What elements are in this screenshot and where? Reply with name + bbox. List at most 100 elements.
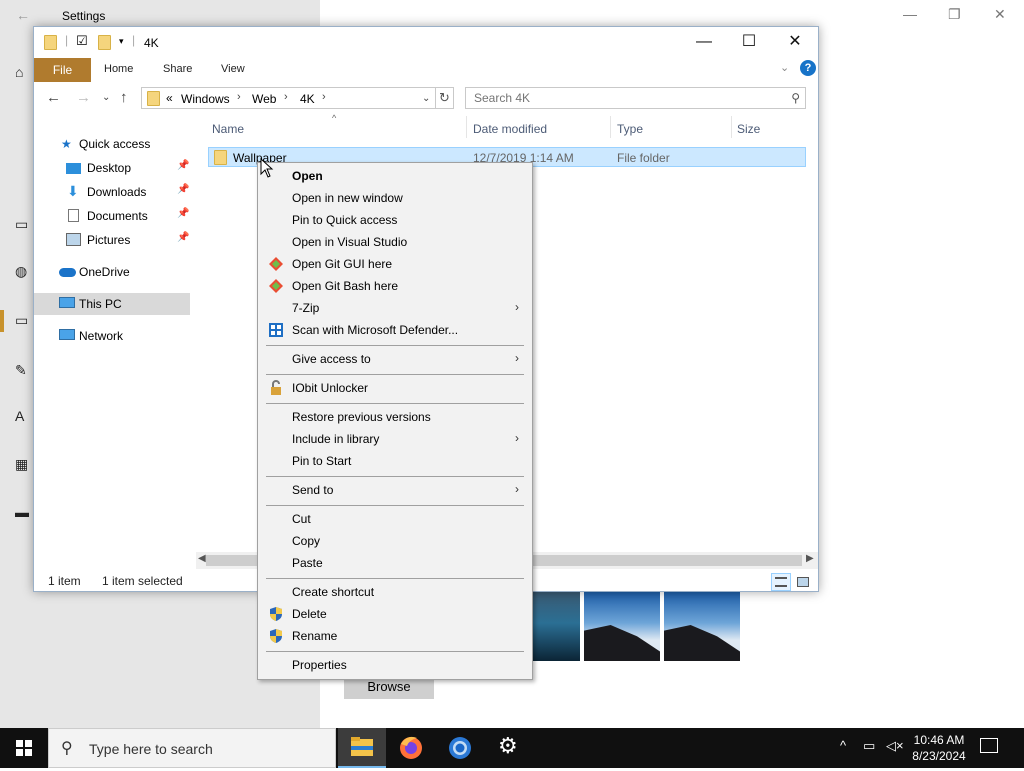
sidebar-item-pictures[interactable]: Pictures 📌 (34, 229, 190, 251)
up-arrow-icon[interactable]: ↑ (120, 89, 128, 106)
properties-check-icon[interactable]: ☑ (76, 33, 88, 49)
menu-item-7zip[interactable]: 7-Zip › (260, 297, 530, 319)
file-explorer-icon[interactable] (338, 728, 386, 768)
sidebar-item-desktop[interactable]: Desktop 📌 (34, 157, 190, 179)
recent-locations-icon[interactable]: ⌄ (102, 92, 110, 103)
menu-item-restore-previous-versions[interactable]: Restore previous versions (260, 406, 530, 428)
menu-item-send-to[interactable]: Send to › (260, 479, 530, 501)
expand-ribbon-icon[interactable]: ⌄ (780, 61, 789, 74)
firefox-icon[interactable] (387, 728, 435, 768)
menu-item-copy[interactable]: Copy (260, 530, 530, 552)
breadcrumb-chevron-icon[interactable]: › (284, 91, 288, 103)
picture-thumbnail[interactable] (664, 592, 740, 661)
restore-icon[interactable]: ❐ (948, 6, 961, 23)
address-dropdown-icon[interactable]: ⌄ (422, 93, 430, 104)
pin-icon[interactable]: 📌 (177, 160, 189, 171)
new-folder-icon[interactable] (98, 35, 111, 50)
menu-item-delete[interactable]: Delete (260, 603, 530, 625)
menu-item-cut[interactable]: Cut (260, 508, 530, 530)
breadcrumb-4k[interactable]: 4K (300, 92, 315, 106)
menu-item-paste[interactable]: Paste (260, 552, 530, 574)
menu-item-pin-to-quick-access[interactable]: Pin to Quick access (260, 209, 530, 231)
maximize-icon[interactable]: ☐ (729, 31, 769, 53)
submenu-arrow-icon: › (515, 482, 519, 496)
column-header-name[interactable]: Name (212, 122, 244, 136)
address-bar[interactable]: « Windows › Web › 4K › ⌄ (141, 87, 436, 109)
menu-item-include-in-library[interactable]: Include in library › (260, 428, 530, 450)
menu-item-rename[interactable]: Rename (260, 625, 530, 647)
lock-screen-icon[interactable]: ▭ (15, 312, 28, 329)
column-header-type[interactable]: Type (617, 122, 643, 136)
forward-arrow-icon[interactable]: → (76, 89, 91, 106)
close-icon[interactable]: ✕ (775, 31, 815, 53)
breadcrumb-chevron-icon[interactable]: › (322, 91, 326, 103)
pin-icon[interactable]: 📌 (177, 232, 189, 243)
pin-icon[interactable]: 📌 (177, 208, 189, 219)
tab-share[interactable]: Share (163, 63, 192, 75)
pin-icon[interactable]: 📌 (177, 184, 189, 195)
back-arrow-icon[interactable]: ← (46, 89, 61, 106)
sidebar-item-network[interactable]: Network (34, 325, 190, 347)
themes-icon[interactable]: ✎ (15, 362, 27, 379)
menu-item-properties[interactable]: Properties (260, 654, 530, 676)
menu-item-open-in-visual-studio[interactable]: Open in Visual Studio (260, 231, 530, 253)
help-icon[interactable]: ? (800, 60, 816, 76)
search-icon[interactable]: ⚲ (791, 91, 800, 105)
details-view-icon[interactable] (771, 573, 791, 591)
back-arrow-icon[interactable]: ← (16, 7, 30, 23)
column-header-size[interactable]: Size (737, 122, 760, 136)
column-divider[interactable] (610, 116, 611, 138)
search-box[interactable]: ⚲ (465, 87, 806, 109)
menu-item-create-shortcut[interactable]: Create shortcut (260, 581, 530, 603)
home-icon[interactable]: ⌂ (15, 64, 23, 80)
menu-item-scan-defender[interactable]: Scan with Microsoft Defender... (260, 319, 530, 341)
colors-icon[interactable]: ◍ (15, 263, 27, 280)
menu-item-open-git-bash[interactable]: Open Git Bash here (260, 275, 530, 297)
sidebar-item-documents[interactable]: Documents 📌 (34, 205, 190, 227)
background-icon[interactable]: ▭ (15, 216, 28, 233)
large-icons-view-icon[interactable] (793, 573, 813, 591)
menu-item-iobit-unlocker[interactable]: IObit Unlocker (260, 377, 530, 399)
search-input[interactable] (472, 90, 772, 106)
settings-gear-icon[interactable]: ⚙ (485, 728, 533, 768)
taskbar-icon[interactable]: ▬ (15, 504, 29, 520)
scroll-left-icon[interactable]: ◀ (198, 553, 206, 564)
breadcrumb-chevron-icon[interactable]: › (237, 91, 241, 103)
tab-home[interactable]: Home (104, 63, 133, 75)
breadcrumb-web[interactable]: Web (252, 92, 276, 106)
sidebar-item-onedrive[interactable]: OneDrive (34, 261, 190, 283)
start-icon[interactable]: ▦ (15, 456, 28, 473)
customize-dropdown-icon[interactable]: ▾ (119, 36, 124, 47)
minimize-icon[interactable]: — (903, 6, 917, 22)
menu-item-open[interactable]: Open (260, 165, 530, 187)
show-hidden-icons-icon[interactable]: ^ (840, 738, 846, 753)
taskbar-search-box[interactable]: ⚲ Type here to search (48, 728, 336, 768)
menu-item-pin-to-start[interactable]: Pin to Start (260, 450, 530, 472)
column-divider[interactable] (731, 116, 732, 138)
clock[interactable]: 10:46 AM 8/23/2024 (904, 732, 974, 764)
start-button[interactable] (0, 728, 48, 768)
fonts-icon[interactable]: A (15, 408, 24, 424)
column-header-date-modified[interactable]: Date modified (473, 122, 547, 136)
volume-muted-icon[interactable]: ◁× (886, 738, 904, 754)
scroll-right-icon[interactable]: ▶ (806, 553, 814, 564)
menu-item-open-in-new-window[interactable]: Open in new window (260, 187, 530, 209)
menu-item-give-access-to[interactable]: Give access to › (260, 348, 530, 370)
sidebar-item-this-pc[interactable]: This PC (34, 293, 190, 315)
sidebar-item-downloads[interactable]: ⬇ Downloads 📌 (34, 181, 190, 203)
chrome-icon[interactable] (436, 728, 484, 768)
submenu-arrow-icon: › (515, 351, 519, 365)
notifications-icon[interactable] (980, 738, 998, 753)
tab-view[interactable]: View (221, 63, 245, 75)
close-icon[interactable]: ✕ (994, 6, 1006, 23)
breadcrumb-windows[interactable]: Windows (181, 92, 230, 106)
minimize-icon[interactable]: — (684, 31, 724, 53)
sidebar-item-quick-access[interactable]: ★ Quick access (34, 133, 190, 155)
picture-thumbnail[interactable] (584, 592, 660, 661)
network-status-icon[interactable]: ▭ (863, 738, 875, 754)
tab-file[interactable]: File (34, 58, 91, 82)
column-divider[interactable] (466, 116, 467, 138)
refresh-icon[interactable]: ↻ (436, 87, 454, 109)
menu-item-open-git-gui[interactable]: Open Git GUI here (260, 253, 530, 275)
address-overflow[interactable]: « (166, 91, 173, 105)
